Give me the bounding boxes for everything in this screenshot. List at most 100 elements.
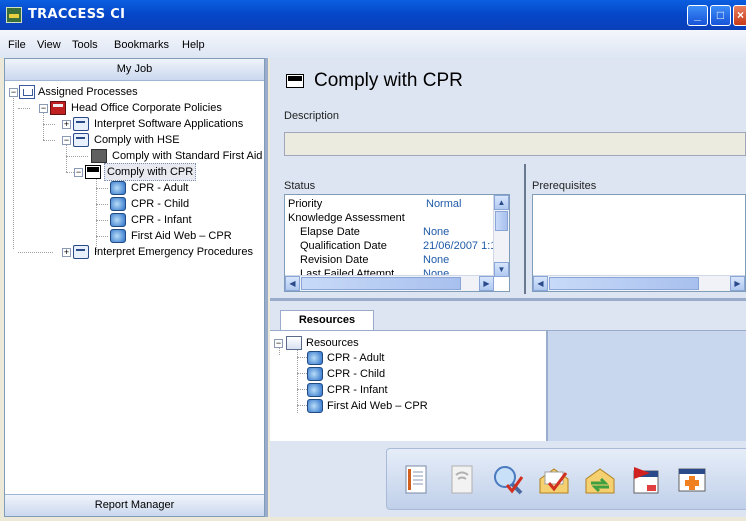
search-check-icon[interactable] xyxy=(491,463,525,497)
close-button[interactable]: × xyxy=(733,5,746,26)
collapse-toggle[interactable]: − xyxy=(74,168,83,177)
tab-resources[interactable]: Resources xyxy=(280,310,374,330)
my-job-panel: My Job − Assigned Processes − Head Offic… xyxy=(4,58,265,517)
scroll-thumb[interactable] xyxy=(495,211,508,231)
web-resource-icon xyxy=(307,383,323,397)
status-row: Qualification Date 21/06/2007 1:19 xyxy=(300,239,503,253)
collapse-toggle[interactable]: − xyxy=(62,136,71,145)
book-icon xyxy=(50,101,66,115)
status-field-label: Qualification Date xyxy=(300,240,387,252)
status-horizontal-scrollbar[interactable]: ◀ ▶ xyxy=(285,275,494,291)
app-icon xyxy=(6,7,22,23)
scroll-up-button[interactable]: ▲ xyxy=(494,195,509,210)
scroll-thumb[interactable] xyxy=(301,277,461,290)
web-resource-icon xyxy=(307,399,323,413)
web-resource-icon xyxy=(307,367,323,381)
tree-item-standard-first-aid[interactable]: Comply with Standard First Aid xyxy=(112,148,262,164)
web-resource-icon xyxy=(307,351,323,365)
horizontal-splitter[interactable] xyxy=(270,298,746,301)
status-label: Status xyxy=(284,180,316,192)
resource-item[interactable]: CPR - Infant xyxy=(327,382,388,398)
vertical-splitter[interactable] xyxy=(265,58,268,517)
status-field-value: None xyxy=(423,254,450,266)
detail-title: Comply with CPR xyxy=(314,70,463,91)
status-field-label: Elapse Date xyxy=(300,226,360,238)
resources-root[interactable]: Resources xyxy=(306,335,359,351)
status-list: Priority Normal Knowledge Assessment Ela… xyxy=(284,194,510,292)
resources-tree: − Resources CPR - Adult CPR - Child CPR … xyxy=(270,331,548,441)
scroll-left-button[interactable]: ◀ xyxy=(285,276,300,291)
web-resource-icon xyxy=(110,213,126,227)
minimize-button[interactable]: _ xyxy=(687,5,708,26)
detail-panel: Comply with CPR Description Status Prere… xyxy=(270,58,746,517)
maximize-button[interactable]: □ xyxy=(710,5,731,26)
scroll-thumb[interactable] xyxy=(549,277,699,290)
my-job-header[interactable]: My Job xyxy=(5,59,264,81)
mail-check-icon[interactable] xyxy=(537,463,571,497)
process-icon xyxy=(286,74,304,88)
menu-help[interactable]: Help xyxy=(182,39,205,51)
menu-tools[interactable]: Tools xyxy=(72,39,98,51)
prereq-horizontal-scrollbar[interactable]: ◀ ▶ xyxy=(533,275,745,291)
flag-window-icon[interactable] xyxy=(629,463,663,497)
process-icon xyxy=(85,165,101,179)
tab-strip: Resources xyxy=(270,306,746,331)
action-toolbar xyxy=(386,448,746,510)
title-bar: TRACCESS CI _ □ × xyxy=(0,0,746,30)
scroll-left-button[interactable]: ◀ xyxy=(533,276,548,291)
add-window-icon[interactable] xyxy=(675,463,709,497)
document-icon[interactable] xyxy=(399,463,433,497)
scroll-right-button[interactable]: ▶ xyxy=(730,276,745,291)
status-vertical-scrollbar[interactable]: ▲ ▼ xyxy=(493,195,509,277)
menu-file[interactable]: File xyxy=(8,39,26,51)
report-manager-button[interactable]: Report Manager xyxy=(5,494,264,516)
status-row: Priority Normal xyxy=(288,197,461,211)
status-field-label: Revision Date xyxy=(300,254,369,266)
web-resource-icon xyxy=(110,181,126,195)
process-doc-icon xyxy=(73,245,89,259)
menu-bar: File View Tools Bookmarks Help xyxy=(0,30,746,58)
status-field-value: 21/06/2007 1:19 xyxy=(423,240,503,252)
status-field-label: Knowledge Assessment xyxy=(288,212,405,224)
tree-item-assigned-processes[interactable]: Assigned Processes xyxy=(38,84,138,100)
tree-item-cpr-adult[interactable]: CPR - Adult xyxy=(131,180,188,196)
collapse-toggle[interactable]: − xyxy=(9,88,18,97)
collapse-toggle[interactable]: − xyxy=(274,339,283,348)
process-doc-icon xyxy=(73,133,89,147)
process-doc-icon xyxy=(73,117,89,131)
status-row: Revision Date None xyxy=(300,253,449,267)
tree-item-emergency[interactable]: Interpret Emergency Procedures xyxy=(94,244,253,260)
menu-view[interactable]: View xyxy=(37,39,61,51)
expand-toggle[interactable]: + xyxy=(62,120,71,129)
tree-item-first-aid-web[interactable]: First Aid Web – CPR xyxy=(131,228,232,244)
tree-item-cpr-child[interactable]: CPR - Child xyxy=(131,196,189,212)
tree-item-cpr-infant[interactable]: CPR - Infant xyxy=(131,212,192,228)
resource-item[interactable]: First Aid Web – CPR xyxy=(327,398,428,414)
scroll-right-button[interactable]: ▶ xyxy=(479,276,494,291)
prerequisites-label: Prerequisites xyxy=(532,180,597,192)
menu-bookmarks[interactable]: Bookmarks xyxy=(114,39,169,51)
status-row: Knowledge Assessment xyxy=(288,211,405,225)
scroll-down-button[interactable]: ▼ xyxy=(494,262,509,277)
window-title: TRACCESS CI xyxy=(28,7,126,22)
resources-folder-icon xyxy=(286,336,302,350)
resource-item[interactable]: CPR - Adult xyxy=(327,350,384,366)
tree-item-interpret-software[interactable]: Interpret Software Applications xyxy=(94,116,243,132)
collapse-toggle[interactable]: − xyxy=(39,104,48,113)
web-resource-icon xyxy=(110,197,126,211)
status-field-value: Normal xyxy=(426,198,462,210)
resource-item[interactable]: CPR - Child xyxy=(327,366,385,382)
tree-item-comply-hse[interactable]: Comply with HSE xyxy=(94,132,180,148)
exchange-icon[interactable] xyxy=(583,463,617,497)
web-resource-icon xyxy=(110,229,126,243)
disabled-icon[interactable] xyxy=(445,463,479,497)
resource-preview xyxy=(548,331,746,441)
status-prereq-splitter[interactable] xyxy=(524,164,526,294)
prerequisites-list: ◀ ▶ xyxy=(532,194,746,292)
tree-item-comply-cpr[interactable]: Comply with CPR xyxy=(104,163,197,181)
description-label: Description xyxy=(284,110,340,122)
status-field-value: None xyxy=(423,226,450,238)
tree-item-head-office[interactable]: Head Office Corporate Policies xyxy=(71,100,222,116)
status-row: Elapse Date None xyxy=(300,225,449,239)
expand-toggle[interactable]: + xyxy=(62,248,71,257)
